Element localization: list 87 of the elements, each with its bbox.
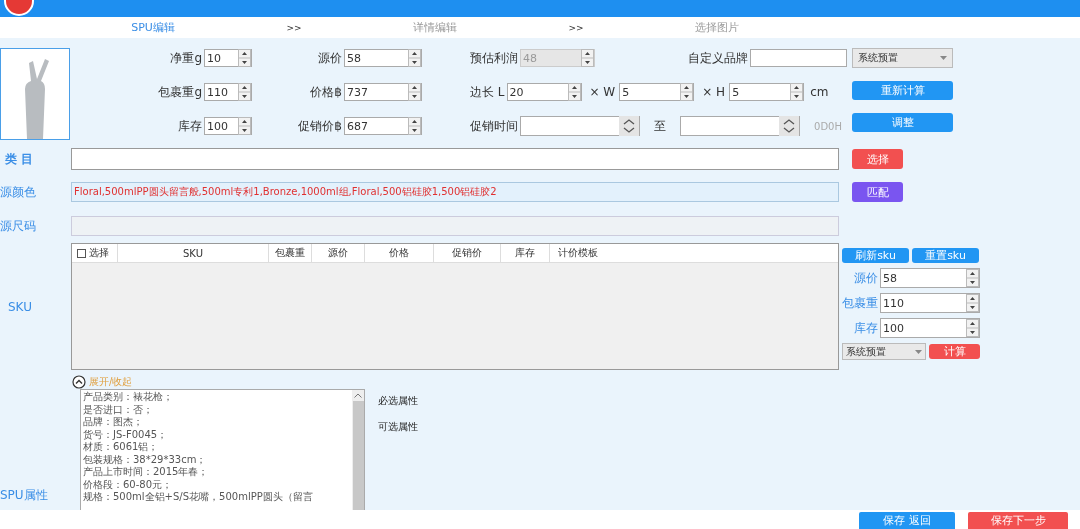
scroll-up-icon[interactable]: [354, 393, 362, 398]
attribute-line: 材质：6061铝；: [83, 441, 160, 454]
attribute-line: 产品上市时间：2015年春；: [83, 466, 210, 479]
number-field[interactable]: 5: [619, 83, 695, 101]
attribute-line: 包装规格：38*29*33cm；: [83, 453, 208, 466]
match-button[interactable]: 匹配: [852, 182, 903, 202]
column-header: 包裹重: [275, 246, 305, 260]
field-label: 预估利润: [470, 49, 518, 67]
number-field[interactable]: 100: [880, 318, 980, 338]
field-label: 源价: [854, 269, 878, 287]
step-separator: >>: [567, 22, 585, 33]
spinner-arrows-icon[interactable]: [408, 83, 421, 101]
category-field[interactable]: [71, 148, 839, 170]
chevron-up-down-icon[interactable]: [619, 116, 639, 136]
attribute-line: 品牌：图杰；: [83, 416, 144, 429]
step-separator: >>: [285, 22, 303, 33]
remaining-time: 0D0H: [814, 120, 842, 132]
attribute-line: 规格：500ml全铝+S/S花嘴，500mlPP圆头（留言: [83, 491, 314, 504]
scrollbar[interactable]: [352, 390, 364, 510]
number-field[interactable]: 58: [344, 49, 422, 67]
row-label: 源尺码: [0, 217, 37, 235]
field-label: 库存: [178, 117, 202, 135]
spinner-arrows-icon[interactable]: [408, 49, 421, 67]
field-label: 源价: [318, 49, 342, 67]
spinner-arrows-icon[interactable]: [680, 83, 694, 101]
spinner-arrows-icon[interactable]: [567, 83, 581, 101]
row-label: SPU属性: [0, 487, 49, 504]
row-label: 类 目: [4, 150, 35, 168]
column-header: SKU: [183, 247, 203, 259]
column-header: 库存: [515, 246, 535, 260]
field-label: × H: [702, 85, 726, 99]
spinner-arrows-icon[interactable]: [790, 83, 804, 101]
attributes-text-area[interactable]: 产品类别：裱花枪； 是否进口：否； 品牌：图杰； 货号：JS-F0045； 材质：6061铝； 包装规格：38*29*33cm； 产品上市时间：2015年春； 价格段：60-80元； 规格：500ml全铝+S/S花嘴，500mlPP圆头（留言: [80, 389, 365, 510]
number-field[interactable]: 20: [506, 83, 582, 101]
row-label: 源颜色: [0, 183, 37, 201]
text-field[interactable]: [750, 49, 847, 67]
spinner-arrows-icon[interactable]: [238, 117, 251, 135]
field-label: × W: [589, 85, 616, 99]
field-label: 包裹重: [842, 294, 878, 312]
number-field[interactable]: 110: [204, 83, 252, 101]
field-label: 边长 L: [470, 83, 505, 101]
attribute-line: 价格段：60-80元；: [83, 478, 174, 491]
template-dropdown[interactable]: 系统预置: [852, 48, 953, 68]
number-field[interactable]: 110: [880, 293, 980, 313]
required-attributes-label: 必选属性: [378, 394, 418, 408]
caret-icon: [940, 56, 947, 60]
caret-icon: [915, 349, 922, 354]
spinner-arrows-icon[interactable]: [966, 319, 979, 337]
source-size-field[interactable]: [71, 216, 839, 236]
spinner-arrows-icon[interactable]: [238, 49, 251, 67]
field-label: 促销价฿: [298, 117, 342, 135]
number-field[interactable]: 100: [204, 117, 252, 135]
unit-label: cm: [810, 85, 829, 99]
optional-attributes-label: 可选属性: [378, 420, 418, 434]
number-field[interactable]: 10: [204, 49, 252, 67]
template-dropdown[interactable]: 系统预置: [842, 343, 926, 360]
collapse-toggle-icon[interactable]: [72, 374, 86, 389]
number-field[interactable]: 737: [344, 83, 422, 101]
step-tab[interactable]: SPU编辑: [88, 20, 218, 35]
date-field[interactable]: [680, 116, 801, 136]
chevron-up-down-icon[interactable]: [779, 116, 800, 136]
spinner-arrows-icon[interactable]: [966, 294, 979, 312]
attribute-line: 是否进口：否；: [83, 403, 154, 416]
attribute-line: 货号：JS-F0045；: [83, 428, 169, 441]
number-field[interactable]: 5: [729, 83, 805, 101]
spinner-arrows-icon[interactable]: [966, 269, 979, 287]
column-header: 选择: [89, 246, 109, 260]
field-label: 净重g: [170, 49, 202, 67]
field-label: 库存: [854, 319, 878, 337]
column-header: 促销价: [452, 246, 482, 260]
field-label: 价格฿: [310, 83, 342, 101]
field-label: 自定义品牌: [688, 49, 748, 67]
column-header: 计价模板: [558, 246, 598, 260]
column-header: 价格: [389, 246, 409, 260]
number-field[interactable]: 687: [344, 117, 422, 135]
select-all-checkbox[interactable]: [77, 248, 86, 258]
column-header: 源价: [328, 246, 348, 260]
row-label: SKU: [7, 299, 33, 314]
date-field[interactable]: [520, 116, 640, 136]
number-field[interactable]: 58: [880, 268, 980, 288]
field-label: 促销时间: [470, 117, 518, 135]
source-color-field[interactable]: Floral,500mlPP圆头留言般,500ml专利1,Bronze,1000ml组,Floral,500铝硅胶1,500铝硅胶2: [71, 182, 839, 202]
range-separator: 至: [654, 117, 666, 135]
attribute-line: 产品类别：裱花枪；: [83, 391, 174, 404]
spinner-arrows-icon[interactable]: [238, 83, 251, 101]
spinner-arrows-icon[interactable]: [408, 117, 421, 135]
field-label: 包裹重g: [158, 83, 202, 101]
